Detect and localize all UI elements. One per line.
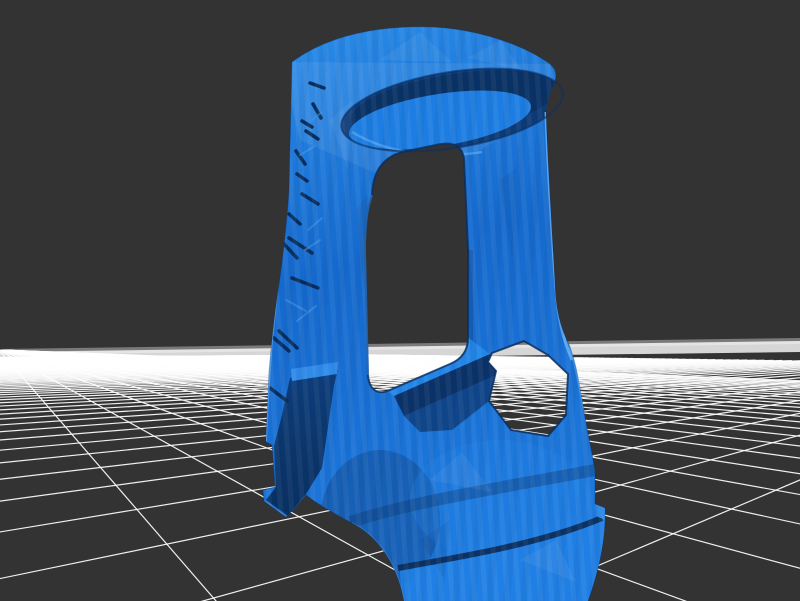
3d-viewport[interactable]	[0, 0, 800, 601]
model-canvas	[0, 0, 800, 601]
